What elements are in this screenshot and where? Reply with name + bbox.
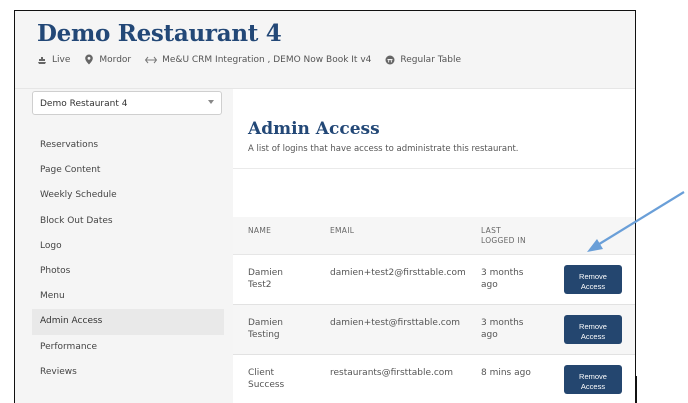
meta-integration-label: Me&U CRM Integration , DEMO Now Book It … [162, 54, 372, 65]
meta-table-label: Regular Table [400, 54, 462, 65]
frame-edge-mark [636, 376, 637, 403]
meta-live-label: Live [52, 54, 71, 65]
row-name: Damien Testing [248, 318, 283, 340]
restaurant-meta: Live Mordor Me&U CRM Integration , DEMO … [37, 54, 475, 65]
arrows-icon [145, 56, 158, 63]
remove-access-button[interactable]: Remove Access [564, 365, 622, 394]
table-header: NAME EMAIL LAST LOGGED IN [233, 217, 635, 255]
sidebar-item-block-out-dates[interactable]: Block Out Dates [32, 209, 224, 234]
restaurant-header: Demo Restaurant 4 Live Mordor Me&U CRM I… [15, 11, 635, 89]
sidebar-item-photos[interactable]: Photos [32, 259, 224, 284]
restaurant-select[interactable]: Demo Restaurant 4 [32, 91, 222, 115]
row-last-logged-in: 3 months ago [481, 268, 524, 290]
meta-integration: Me&U CRM Integration , DEMO Now Book It … [145, 55, 371, 65]
meta-live: Live [37, 55, 70, 65]
sidebar-item-page-content[interactable]: Page Content [32, 158, 224, 183]
remove-access-button[interactable]: Remove Access [564, 315, 622, 344]
chevron-down-icon [208, 100, 214, 104]
column-header-name: NAME [248, 226, 272, 235]
remove-access-button[interactable]: Remove Access [564, 265, 622, 294]
ship-icon [38, 56, 46, 64]
main-content: Admin Access A list of logins that have … [233, 89, 635, 403]
row-last-logged-in: 8 mins ago [481, 368, 531, 378]
page-title: Admin Access [248, 119, 380, 139]
row-email: damien+test@firsttable.com [330, 318, 461, 328]
sidebar-item-admin-access[interactable]: Admin Access [32, 309, 224, 335]
table-icon [385, 55, 395, 64]
restaurant-select-value: Demo Restaurant 4 [40, 99, 128, 109]
restaurant-title: Demo Restaurant 4 [37, 20, 282, 47]
page-header: Admin Access A list of logins that have … [233, 89, 635, 169]
row-last-logged-in: 3 months ago [481, 318, 524, 340]
table-row: Damien Test2 damien+test2@firsttable.com… [233, 255, 635, 305]
meta-location-label: Mordor [99, 54, 132, 65]
sidebar-item-reviews[interactable]: Reviews [32, 360, 224, 385]
row-email: damien+test2@firsttable.com [330, 268, 466, 278]
page-subtitle: A list of logins that have access to adm… [248, 144, 519, 154]
sidebar-item-menu[interactable]: Menu [32, 284, 224, 309]
location-pin-icon [85, 54, 94, 65]
table-row: Client Success restaurants@firsttable.co… [233, 355, 635, 403]
column-header-last-logged-in: LAST LOGGED IN [481, 226, 526, 245]
column-header-email: EMAIL [330, 226, 355, 235]
app-frame: Demo Restaurant 4 Live Mordor Me&U CRM I… [14, 10, 636, 403]
meta-location: Mordor [84, 54, 131, 65]
sidebar-item-performance[interactable]: Performance [32, 335, 224, 360]
row-email: restaurants@firsttable.com [330, 368, 454, 378]
sidebar-item-reservations[interactable]: Reservations [32, 133, 224, 158]
sidebar-item-logo[interactable]: Logo [32, 234, 224, 259]
sidebar-item-weekly-schedule[interactable]: Weekly Schedule [32, 183, 224, 208]
row-name: Damien Test2 [248, 268, 283, 290]
table-row: Damien Testing damien+test@firsttable.co… [233, 305, 635, 355]
sidebar-nav: Reservations Page Content Weekly Schedul… [32, 133, 224, 385]
meta-table: Regular Table [385, 55, 461, 65]
row-name: Client Success [248, 368, 285, 390]
